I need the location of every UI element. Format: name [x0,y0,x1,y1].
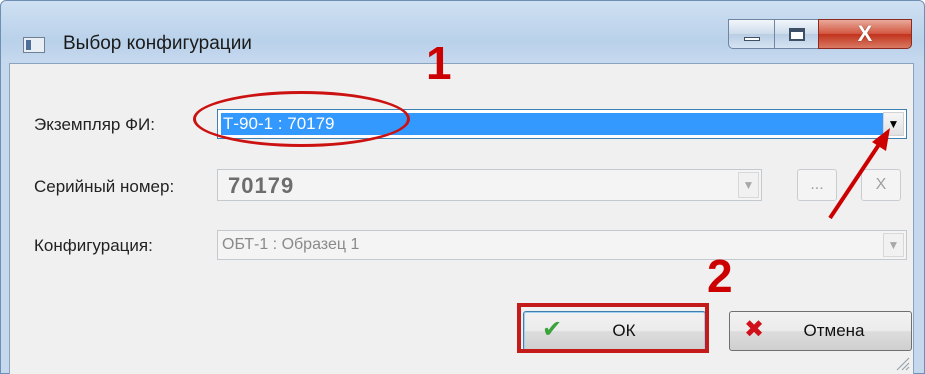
instance-label: Экземпляр ФИ: [34,115,155,134]
config-value: ОБТ-1 : Образец 1 [222,236,360,253]
step-2-marker: 2 [707,250,733,302]
browse-button[interactable]: ... [797,169,837,201]
maximize-button[interactable] [774,19,819,49]
maximize-icon [788,27,805,41]
step-1-marker: 1 [426,37,452,89]
config-select: ОБТ-1 : Образец 1 ▼ [217,230,907,260]
minimize-button[interactable] [728,19,775,49]
serial-label: Серийный номер: [34,177,175,196]
window-title: Выбор конфигурации [63,33,252,54]
step-1-highlight-ellipse [193,91,410,147]
serial-value: 70179 [228,173,295,198]
serial-select: 70179 ▼ [217,169,762,201]
minimize-icon [743,37,760,41]
cancel-button-label: Отмена [803,321,865,340]
chevron-down-icon[interactable]: ▼ [883,112,904,136]
close-icon: X [857,21,873,46]
chevron-down-icon: ▼ [883,233,904,257]
close-button[interactable]: X [818,19,912,49]
clear-button[interactable]: X [861,169,901,201]
step-2-highlight-frame [517,303,709,353]
title-bar[interactable]: Выбор конфигурации X [1,1,924,63]
dialog-body: Экземпляр ФИ: Т-90-1 : 70179 ▼ Серийный … [9,63,914,374]
window-app-icon [23,37,45,53]
config-label: Конфигурация: [34,236,153,255]
resize-grip-icon[interactable] [894,355,910,371]
chevron-down-icon: ▼ [738,172,759,198]
cancel-button[interactable]: ✖ Отмена [729,311,912,351]
dialog-window: Выбор конфигурации X Экземпляр ФИ: Т-90-… [0,0,925,374]
